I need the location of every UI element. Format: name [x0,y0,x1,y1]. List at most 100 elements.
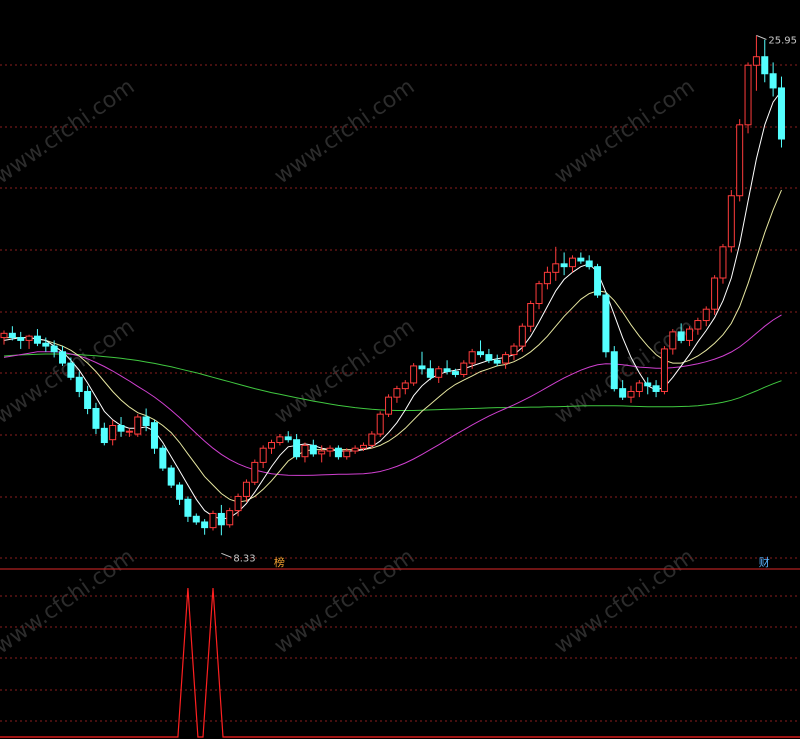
candle-body [485,354,493,361]
candle-body [117,425,125,432]
candle-body [594,266,602,296]
candle-body [351,447,359,452]
candle-body [535,283,543,305]
candle-body [769,73,777,89]
candle-body [493,359,501,364]
candle-body [518,325,526,347]
candle-body [368,433,376,446]
candle-body [677,331,685,341]
candle-body [401,382,409,390]
price-labels: 25.95 8.33 [221,34,797,564]
ma-short-line [3,90,782,520]
candle-body [25,335,33,341]
watermark-text: www.cfchi.com [270,314,419,429]
candle-body [209,512,217,529]
candle-body [543,271,551,285]
candle-body [67,362,75,378]
candle-body [251,461,259,483]
candle-body [552,263,560,273]
candle-body [309,444,317,455]
candle-body [702,308,710,322]
candle-body [410,365,418,384]
candle-body [426,368,434,378]
candle-body [744,64,752,126]
candle-body [318,450,326,455]
marker-cai: 财 [759,555,770,569]
candle-body [635,382,643,392]
candle-body [242,481,250,497]
min-label-pointer [221,552,232,558]
candle-body [468,351,476,364]
candle-body [418,365,426,370]
candle-body [652,385,660,392]
candle-body [510,345,518,356]
candle-body [217,512,225,526]
candle-body [293,439,301,458]
candle-body [50,345,58,353]
candle-body [686,328,694,341]
candle-body [134,416,142,435]
candle-body [477,351,485,356]
candle-body [184,498,192,517]
moving-average-lines [3,90,782,520]
candle-body [234,495,242,512]
candle-body [451,371,459,375]
candle-body [376,413,384,435]
indicator-panel [0,587,800,738]
candle-body [201,521,209,529]
candle-body [752,56,760,66]
marker-bang: 榜 [274,555,285,569]
candle-body [59,351,67,364]
candle-body [577,257,585,262]
candle-body [259,447,267,463]
candle-body [0,332,8,339]
candle-body [284,436,292,441]
candle-body [669,331,677,350]
candle-body [602,294,610,353]
candle-body [560,263,568,268]
candle-body [660,348,668,392]
candle-body [343,450,351,458]
candle-body [84,390,92,409]
candle-body [627,390,635,398]
candle-body [150,422,158,449]
max-label-pointer [756,34,767,40]
candle-body [301,444,309,458]
max-price-label: 25.95 [768,35,797,46]
candle-body [460,362,468,375]
candle-body [326,447,334,452]
candle-body [736,124,744,197]
candle-body [435,368,443,378]
candle-body [610,351,618,390]
candle-body [334,447,342,458]
candle-body [192,515,200,523]
candle-body [443,368,451,373]
candle-body [694,320,702,330]
candle-body [226,510,234,526]
candle-body [125,430,133,433]
watermark-text: www.cfchi.com [550,74,699,189]
candle-body [393,388,401,398]
candle-body [176,484,184,500]
stock-chart: www.cfchi.com www.cfchi.com www.cfchi.com w… [0,34,800,738]
candle-body [585,260,593,268]
candle-body [268,442,276,449]
candle-body [167,467,175,486]
candle-body [75,376,83,392]
candle-body [527,303,535,327]
candle-body [100,427,108,444]
candle-body [727,195,735,248]
candle-body [777,87,785,140]
candle-body [109,425,117,441]
candle-body [159,447,167,469]
indicator-signal-line [0,587,800,738]
candle-body [42,342,50,347]
candle-body [761,56,769,75]
candle-body [619,388,627,398]
candle-body [711,277,719,310]
watermark-text: www.cfchi.com [0,544,139,659]
watermark-text: www.cfchi.com [0,74,139,189]
watermark-text: www.cfchi.com [550,544,699,659]
min-price-label: 8.33 [233,553,255,564]
watermark-text: www.cfchi.com [270,74,419,189]
